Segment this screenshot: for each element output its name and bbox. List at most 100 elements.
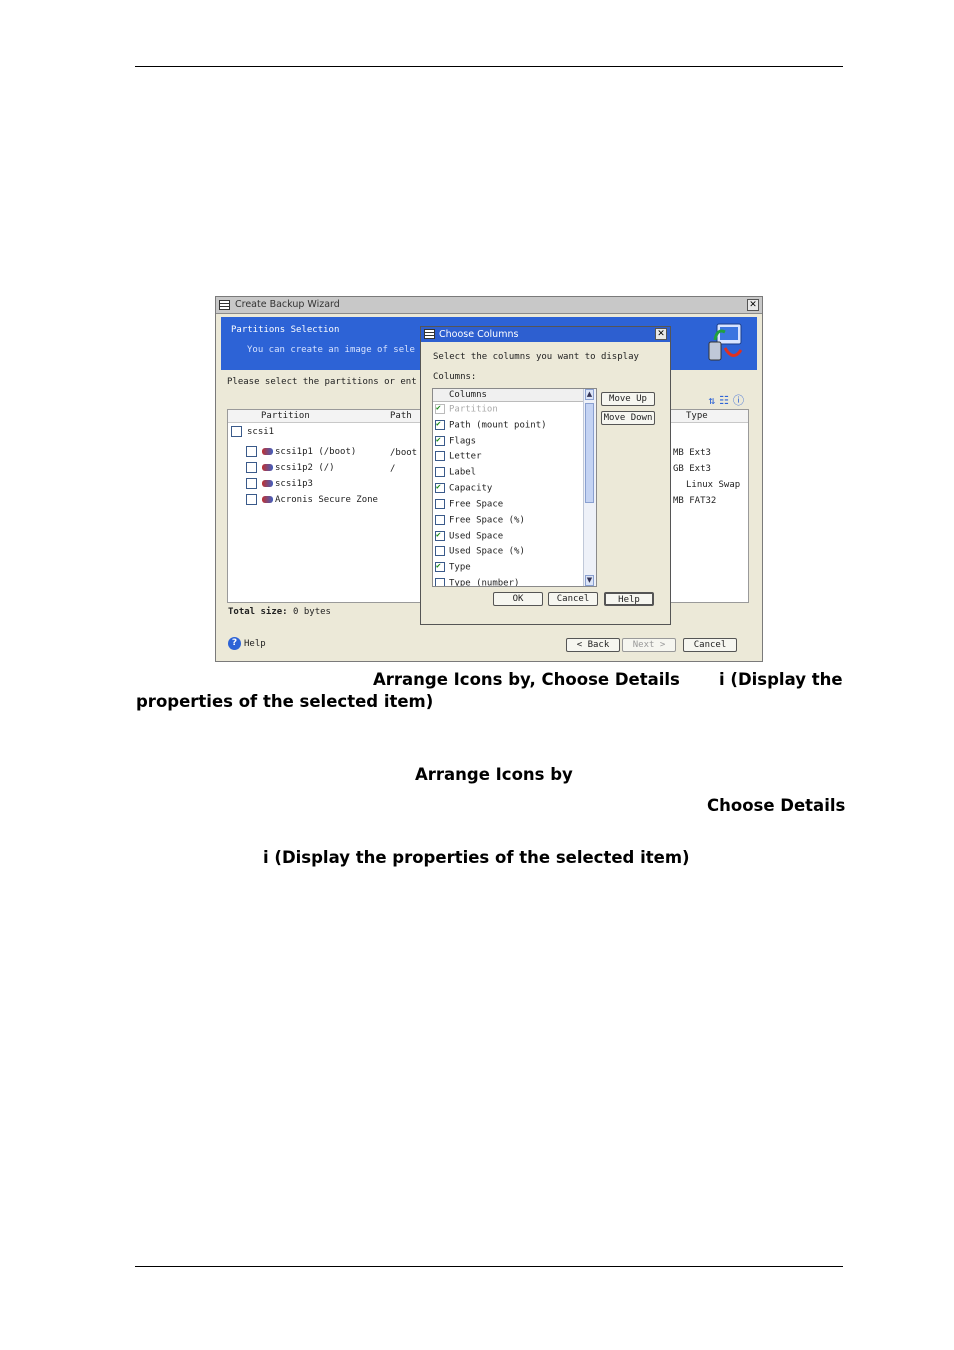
list-item[interactable]: Used Space <box>435 530 504 542</box>
list-item[interactable]: Label <box>435 467 476 478</box>
choose-columns-dialog: Choose Columns ✕ Select the columns you … <box>420 326 671 625</box>
wizard-titlebar: Create Backup Wizard ✕ <box>216 297 762 314</box>
dialog-title: Choose Columns <box>439 329 519 340</box>
banner-subtitle: You can create an image of sele <box>247 345 415 355</box>
col-partition[interactable]: Partition <box>261 411 310 421</box>
caption-arrange-choose: Arrange Icons by, Choose Details <box>373 670 680 689</box>
column-checkbox[interactable] <box>435 499 445 509</box>
column-label: Free Space (%) <box>449 515 525 526</box>
col-type[interactable]: Type <box>686 411 708 421</box>
header-rule <box>135 66 843 67</box>
caption-info-end: properties of the selected item) <box>136 692 434 711</box>
column-label: Used Space (%) <box>449 546 525 557</box>
list-item[interactable]: scsi1p1 (/boot) <box>246 446 356 460</box>
column-checkbox[interactable] <box>435 435 445 446</box>
dialog-menu-icon[interactable] <box>424 329 435 339</box>
row-checkbox[interactable] <box>246 462 257 473</box>
column-checkbox[interactable] <box>435 451 445 461</box>
row-checkbox[interactable] <box>246 478 257 489</box>
col-path[interactable]: Path <box>390 411 412 421</box>
column-checkbox[interactable] <box>435 467 445 477</box>
back-button[interactable]: < Back <box>566 638 620 652</box>
row-name: Acronis Secure Zone <box>275 495 378 505</box>
columns-list[interactable]: Columns Partition Path (mount point) Fla… <box>432 388 597 587</box>
scroll-thumb[interactable] <box>585 403 594 503</box>
column-label: Label <box>449 467 477 478</box>
list-item[interactable]: Path (mount point) <box>435 419 547 431</box>
column-label: Path (mount point) <box>449 420 547 431</box>
move-up-button[interactable]: Move Up <box>601 392 655 406</box>
dialog-close-icon[interactable]: ✕ <box>655 328 667 340</box>
window-menu-icon[interactable] <box>219 300 230 310</box>
list-item[interactable]: Capacity <box>435 482 493 494</box>
ok-button[interactable]: OK <box>493 592 543 606</box>
column-label: Partition <box>449 404 498 415</box>
row-path: / <box>390 464 396 474</box>
dialog-help-button[interactable]: Help <box>604 592 654 606</box>
column-label: Capacity <box>449 483 493 494</box>
info-icon[interactable]: ⓘ <box>733 394 748 407</box>
total-size: Total size: 0 bytes <box>228 607 331 617</box>
list-item[interactable]: Free Space (%) <box>435 515 525 526</box>
list-item[interactable]: Type (number) <box>435 578 519 586</box>
wizard-screenshot: Create Backup Wizard ✕ Partitions Select… <box>215 296 763 662</box>
close-icon[interactable]: ✕ <box>747 299 759 311</box>
list-item[interactable]: scsi1p2 (/) <box>246 462 335 476</box>
partition-icon <box>262 448 273 455</box>
row-checkbox[interactable] <box>246 446 257 457</box>
caption-arrange-icons: Arrange Icons by <box>415 765 573 784</box>
partition-icon <box>262 464 273 471</box>
columns-scrollbar[interactable]: ▲ ▼ <box>583 389 596 586</box>
list-item[interactable]: scsi1p3 <box>246 478 313 492</box>
row-type: Linux Swap <box>686 480 741 490</box>
list-item[interactable]: Partition <box>435 403 498 415</box>
column-label: Letter <box>449 451 482 462</box>
row-checkbox[interactable] <box>246 494 257 505</box>
row-name: scsi1p2 (/) <box>275 463 335 473</box>
column-checkbox[interactable] <box>435 419 445 430</box>
column-label: Used Space <box>449 531 504 542</box>
list-item[interactable]: Acronis Secure Zone <box>246 494 378 508</box>
arrange-icons-icon[interactable]: ⇅ <box>709 394 720 407</box>
list-item[interactable]: Used Space (%) <box>435 546 525 557</box>
toolbar-icons: ⇅☷ⓘ <box>709 392 749 408</box>
disk-checkbox[interactable] <box>231 426 242 437</box>
columns-list-header: Columns <box>433 389 583 402</box>
list-item[interactable]: Letter <box>435 451 482 462</box>
help-link[interactable]: ? Help <box>228 637 266 650</box>
help-label: Help <box>244 639 266 649</box>
row-type: GB Ext3 <box>673 464 711 474</box>
column-checkbox[interactable] <box>435 403 445 414</box>
list-item[interactable]: Type <box>435 561 471 573</box>
disk-row[interactable]: scsi1 <box>231 426 274 440</box>
list-item[interactable]: Free Space <box>435 499 503 510</box>
columns-label: Columns: <box>433 372 477 382</box>
list-item[interactable]: Flags <box>435 435 477 447</box>
column-label: Free Space <box>449 499 504 510</box>
column-checkbox[interactable] <box>435 561 445 572</box>
column-checkbox[interactable] <box>435 578 445 586</box>
banner-heading: Partitions Selection <box>231 325 340 335</box>
column-checkbox[interactable] <box>435 530 445 541</box>
column-checkbox[interactable] <box>435 515 445 525</box>
next-button[interactable]: Next > <box>622 638 676 652</box>
column-label: Type <box>449 562 471 573</box>
scroll-up-icon[interactable]: ▲ <box>585 389 594 400</box>
partition-prompt: Please select the partitions or ent <box>227 377 417 387</box>
row-path: /boot <box>390 448 418 458</box>
cancel-button[interactable]: Cancel <box>683 638 737 652</box>
dialog-cancel-button[interactable]: Cancel <box>548 592 598 606</box>
footer-rule <box>135 1266 843 1267</box>
caption-info-start: i (Display the <box>719 670 843 689</box>
column-checkbox[interactable] <box>435 546 445 556</box>
choose-details-icon[interactable]: ☷ <box>719 394 733 407</box>
caption-info: i (Display the properties of the selecte… <box>263 848 690 867</box>
column-label: Flags <box>449 436 477 447</box>
help-icon: ? <box>228 637 241 650</box>
columns-header-label: Columns <box>449 390 487 400</box>
move-down-button[interactable]: Move Down <box>601 411 655 425</box>
dialog-instruction: Select the columns you want to display <box>433 352 639 362</box>
row-type: MB Ext3 <box>673 448 711 458</box>
column-checkbox[interactable] <box>435 482 445 493</box>
scroll-down-icon[interactable]: ▼ <box>585 575 594 586</box>
